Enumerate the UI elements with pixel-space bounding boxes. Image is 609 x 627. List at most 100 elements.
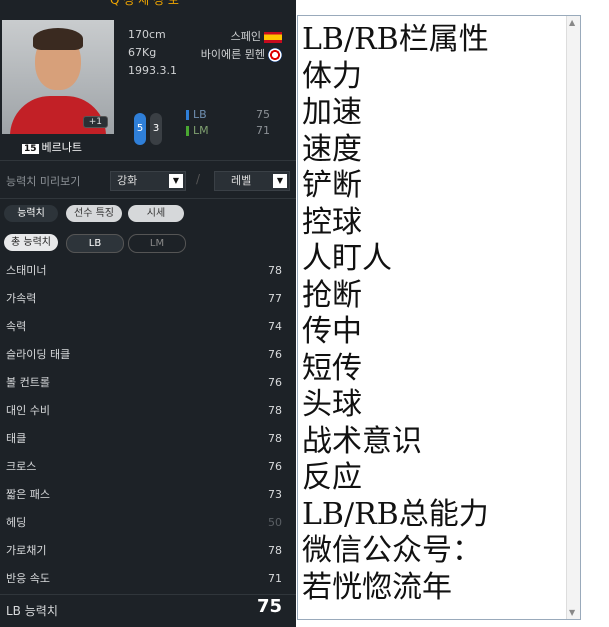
stat-row: 짧은 패스 73 — [6, 485, 282, 505]
club-logo-icon — [268, 48, 282, 62]
position-label: LM — [193, 124, 209, 137]
stat-row: 가속력 77 — [6, 289, 282, 309]
stat-value: 74 — [268, 320, 282, 333]
stat-label: 대인 수비 — [6, 404, 50, 417]
note-line: 铲断 — [302, 168, 362, 203]
note-line: 抢断 — [302, 277, 362, 313]
tab-traits[interactable]: 선수 특징 — [66, 205, 122, 222]
jersey — [10, 96, 106, 134]
scroll-up-icon[interactable]: ▲ — [569, 18, 575, 27]
note-line: LB/RB总能力 — [302, 496, 489, 532]
position-label: LB — [193, 108, 207, 121]
player-number-name: 15 베르나트 — [22, 139, 82, 155]
divider — [0, 160, 296, 161]
stat-row: 대인 수비 78 — [6, 401, 282, 421]
left-foot-icon: 5 — [134, 113, 146, 145]
lm-color-bar — [186, 126, 189, 136]
player-header: Q 성 세 정 보 — [110, 0, 179, 7]
stat-value: 71 — [268, 572, 282, 585]
stat-value: 76 — [268, 348, 282, 361]
stat-value: 73 — [268, 488, 282, 501]
stat-label: 스태미너 — [6, 264, 47, 277]
separator: / — [196, 172, 201, 186]
stat-row: 속력 74 — [6, 317, 282, 337]
club-info: 바이에른 뮌헨 — [201, 46, 282, 62]
stat-value: 76 — [268, 460, 282, 473]
tab-market[interactable]: 시세 — [128, 205, 184, 222]
club: 바이에른 뮌헨 — [200, 48, 265, 61]
stat-row: 슬라이딩 태클 76 — [6, 345, 282, 365]
player-stats-panel: Q 성 세 정 보 +1 15 베르나트 170cm 67Kg 1993.3.1 … — [0, 0, 296, 627]
stat-value: 50 — [268, 516, 282, 529]
note-line: 加速 — [302, 95, 362, 130]
chevron-down-icon: ▼ — [169, 174, 183, 188]
level-label: 레벨 — [231, 174, 252, 187]
stat-label: 헤딩 — [6, 516, 27, 529]
stat-row: 스태미너 78 — [6, 261, 282, 281]
enhance-label: 강화 — [117, 174, 138, 187]
stat-value: 76 — [268, 376, 282, 389]
stat-label: 크로스 — [6, 460, 37, 473]
tab-stats[interactable]: 능력치 — [4, 205, 58, 222]
note-line: 人盯人 — [302, 241, 392, 276]
chevron-down-icon: ▼ — [273, 174, 287, 188]
player-number: 15 — [22, 144, 39, 154]
stat-value: 78 — [268, 404, 282, 417]
weight: 67Kg — [128, 46, 157, 59]
total-label: LB 능력치 — [6, 604, 58, 618]
height: 170cm — [128, 28, 166, 41]
stat-label: 반응 속도 — [6, 572, 50, 585]
stat-preview-label: 능력치 미리보기 — [6, 175, 81, 188]
stat-label: 가속력 — [6, 292, 37, 305]
birthdate: 1993.3.1 — [128, 64, 177, 77]
note-line: 传中 — [302, 314, 362, 349]
stat-value: 77 — [268, 292, 282, 305]
tab-lm[interactable]: LM — [128, 234, 186, 253]
tab-lb[interactable]: LB — [66, 234, 124, 253]
stat-label: 볼 컨트롤 — [6, 376, 50, 389]
note-line: 速度 — [302, 131, 362, 167]
scrollbar[interactable]: ▲ ▼ — [566, 16, 580, 619]
stat-label: 짧은 패스 — [6, 488, 50, 501]
enhance-dropdown[interactable]: 강화 ▼ — [110, 171, 186, 191]
stat-row: 크로스 76 — [6, 457, 282, 477]
position-total: LB 능력치 75 — [6, 596, 282, 622]
total-value: 75 — [256, 596, 282, 617]
notes-textarea[interactable]: LB/RB栏属性 体力 加速 速度 铲断 控球 人盯人 抢断 传中 短传 头球 战术意识 反应 LB/RB… — [297, 15, 581, 620]
note-line: 头球 — [302, 387, 362, 422]
player-name: 베르나트 — [41, 141, 83, 154]
hair — [33, 28, 83, 50]
stat-row: 태클 78 — [6, 429, 282, 449]
position-lb: LB 75 — [186, 108, 270, 121]
plus-badge: +1 — [82, 116, 108, 128]
stat-value: 78 — [268, 544, 282, 557]
position-lm: LM 71 — [186, 124, 270, 137]
stat-label: 태클 — [6, 432, 27, 445]
note-line: 战术意识 — [302, 423, 422, 459]
tab-total-stats[interactable]: 총 능력치 — [4, 234, 58, 251]
nation: 스페인 — [230, 30, 261, 43]
divider — [0, 594, 296, 595]
stat-value: 78 — [268, 432, 282, 445]
stat-label: 슬라이딩 태클 — [6, 348, 71, 361]
position-value: 71 — [256, 124, 270, 137]
lb-color-bar — [186, 110, 189, 120]
right-foot-icon: 3 — [150, 113, 162, 145]
nation-info: 스페인 — [231, 28, 282, 44]
note-line: 反应 — [302, 460, 362, 495]
note-line: 体力 — [302, 58, 362, 94]
note-line: 若恍惚流年 — [302, 569, 452, 605]
player-portrait: +1 — [2, 20, 114, 134]
note-line: 微信公众号： — [302, 533, 482, 568]
notes-text: LB/RB栏属性 体力 加速 速度 铲断 控球 人盯人 抢断 传中 短传 头球 战术意识 反应 LB/RB… — [302, 22, 489, 606]
stat-value: 78 — [268, 264, 282, 277]
stat-label: 가로채기 — [6, 544, 47, 557]
stat-label: 속력 — [6, 320, 27, 333]
stat-row: 반응 속도 71 — [6, 569, 282, 589]
spain-flag-icon — [264, 31, 282, 43]
divider — [0, 198, 296, 199]
level-dropdown[interactable]: 레벨 ▼ — [214, 171, 290, 191]
stat-row: 볼 컨트롤 76 — [6, 373, 282, 393]
scroll-down-icon[interactable]: ▼ — [569, 608, 575, 617]
note-line: 控球 — [302, 204, 362, 240]
